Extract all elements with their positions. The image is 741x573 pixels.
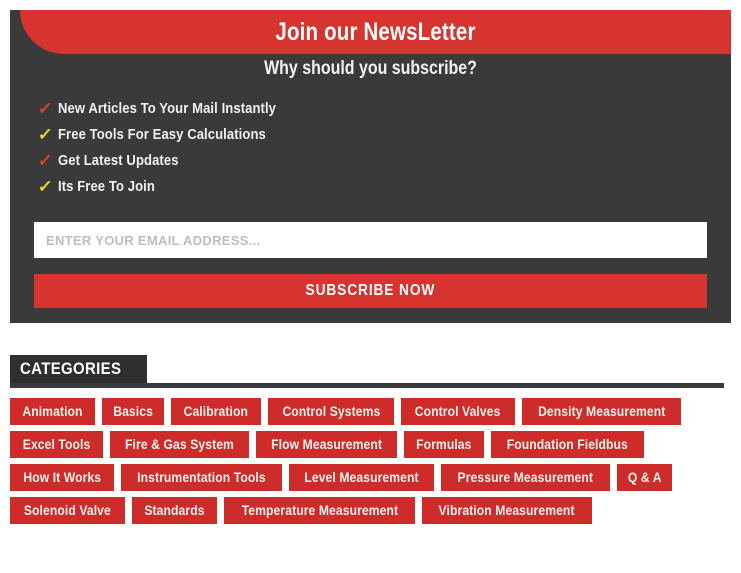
category-tag-label: Density Measurement bbox=[537, 404, 666, 419]
category-tag[interactable]: Excel Tools bbox=[10, 431, 104, 458]
check-icon: ✓ bbox=[37, 177, 54, 196]
category-tag[interactable]: Foundation Fieldbus bbox=[490, 431, 644, 458]
category-tag-label: Excel Tools bbox=[22, 437, 91, 452]
category-tag[interactable]: Flow Measurement bbox=[256, 431, 398, 458]
category-tag[interactable]: Q & A bbox=[616, 464, 673, 491]
category-tag-label: Pressure Measurement bbox=[457, 470, 594, 485]
categories-heading-row: CATEGORIES bbox=[10, 355, 731, 388]
category-tag[interactable]: How It Works bbox=[10, 464, 115, 491]
category-tag[interactable]: Vibration Measurement bbox=[422, 497, 592, 524]
email-input[interactable] bbox=[34, 222, 707, 258]
newsletter-panel: Join our NewsLetter Why should you subsc… bbox=[10, 10, 731, 323]
list-item: ✓ Its Free To Join bbox=[37, 174, 300, 200]
category-tag[interactable]: Fire & Gas System bbox=[110, 431, 250, 458]
category-tag-label: Solenoid Valve bbox=[23, 503, 111, 518]
subscribe-button[interactable]: SUBSCRIBE NOW bbox=[34, 274, 707, 308]
category-tag[interactable]: Temperature Measurement bbox=[223, 497, 416, 524]
list-item: ✓ New Articles To Your Mail Instantly bbox=[37, 96, 300, 122]
subscribe-button-label: SUBSCRIBE NOW bbox=[305, 282, 436, 299]
category-tag-label: Animation bbox=[22, 404, 83, 419]
category-tag[interactable]: Instrumentation Tools bbox=[121, 464, 283, 491]
benefit-label: Its Free To Join bbox=[58, 179, 155, 195]
category-tag[interactable]: Pressure Measurement bbox=[441, 464, 610, 491]
newsletter-title: Join our NewsLetter bbox=[275, 18, 476, 46]
category-tag-label: How It Works bbox=[23, 470, 102, 485]
category-tag[interactable]: Standards bbox=[131, 497, 217, 524]
list-item: ✓ Get Latest Updates bbox=[37, 148, 300, 174]
list-item: ✓ Free Tools For Easy Calculations bbox=[37, 122, 300, 148]
category-tag-label: Vibration Measurement bbox=[439, 503, 576, 518]
category-tag-label: Formulas bbox=[416, 437, 472, 452]
benefit-label: Get Latest Updates bbox=[58, 153, 179, 169]
categories-section: CATEGORIES Animation Basics Calibration … bbox=[10, 355, 731, 524]
benefit-label: New Articles To Your Mail Instantly bbox=[58, 101, 277, 117]
category-tag[interactable]: Density Measurement bbox=[521, 398, 682, 425]
category-tag-label: Control Systems bbox=[282, 404, 380, 419]
category-tag-label: Instrumentation Tools bbox=[137, 470, 267, 485]
category-tag-label: Fire & Gas System bbox=[125, 437, 235, 452]
category-tag-label: Calibration bbox=[183, 404, 249, 419]
newsletter-subtitle: Why should you subscribe? bbox=[264, 58, 477, 79]
benefit-label: Free Tools For Easy Calculations bbox=[58, 127, 266, 143]
categories-divider bbox=[10, 383, 724, 388]
category-tag-label: Q & A bbox=[627, 470, 662, 485]
check-icon: ✓ bbox=[37, 99, 54, 118]
category-tag-label: Flow Measurement bbox=[271, 437, 383, 452]
newsletter-header-banner: Join our NewsLetter bbox=[20, 10, 731, 54]
category-tag[interactable]: Animation bbox=[10, 398, 95, 425]
category-tag-label: Foundation Fieldbus bbox=[506, 437, 628, 452]
categories-heading: CATEGORIES bbox=[10, 355, 148, 383]
check-icon: ✓ bbox=[37, 125, 54, 144]
category-tag-label: Temperature Measurement bbox=[241, 503, 398, 518]
category-tag[interactable]: Calibration bbox=[171, 398, 261, 425]
category-tag[interactable]: Control Valves bbox=[401, 398, 515, 425]
category-tag-label: Level Measurement bbox=[304, 470, 419, 485]
category-tag-cloud: Animation Basics Calibration Control Sys… bbox=[10, 398, 724, 524]
category-tag-label: Basics bbox=[113, 404, 153, 419]
category-tag-label: Standards bbox=[144, 503, 205, 518]
category-tag[interactable]: Level Measurement bbox=[289, 464, 435, 491]
category-tag[interactable]: Basics bbox=[101, 398, 165, 425]
categories-heading-label: CATEGORIES bbox=[20, 359, 122, 378]
check-icon: ✓ bbox=[37, 151, 54, 170]
category-tag[interactable]: Control Systems bbox=[267, 398, 395, 425]
category-tag[interactable]: Formulas bbox=[404, 431, 484, 458]
newsletter-benefits-list: ✓ New Articles To Your Mail Instantly ✓ … bbox=[37, 96, 300, 200]
category-tag[interactable]: Solenoid Valve bbox=[10, 497, 125, 524]
category-tag-label: Control Valves bbox=[415, 404, 501, 419]
